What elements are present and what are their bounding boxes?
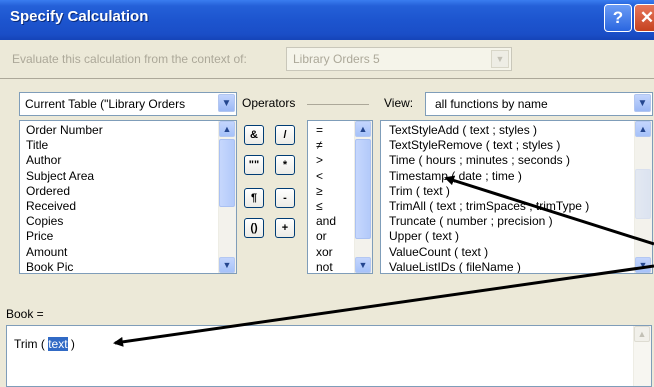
functions-list[interactable]: TextStyleAdd ( text ; styles ) TextStyle… [380, 120, 653, 274]
chevron-down-icon[interactable]: ▼ [634, 94, 651, 112]
context-select: Library Orders 5 ▼ [286, 47, 512, 71]
list-item[interactable]: TrimAll ( text ; trimSpaces ; trimType ) [389, 199, 589, 214]
functions-scrollbar[interactable]: ▲ ▼ [634, 121, 652, 273]
scroll-thumb[interactable] [219, 139, 235, 207]
operator-button-plus[interactable]: + [275, 218, 295, 238]
operator-button-pilcrow[interactable]: ¶ [244, 188, 264, 208]
scroll-down-icon[interactable]: ▼ [219, 257, 235, 273]
operator-button-minus[interactable]: - [275, 188, 295, 208]
list-item[interactable]: Author [26, 153, 103, 168]
list-item[interactable]: ≤ [316, 199, 336, 214]
list-item[interactable]: Subject Area [26, 169, 103, 184]
list-item[interactable]: Ordered [26, 184, 103, 199]
list-item[interactable]: = [316, 123, 336, 138]
close-button[interactable]: ✕ [634, 4, 654, 32]
list-item[interactable]: Timestamp ( date ; time ) [389, 169, 589, 184]
view-label: View: [384, 96, 414, 110]
formula-editor[interactable]: Trim ( text ) ▲ [6, 325, 652, 387]
list-item[interactable]: TextStyleAdd ( text ; styles ) [389, 123, 589, 138]
list-item[interactable]: TextStyleRemove ( text ; styles ) [389, 138, 589, 153]
operators-label: Operators [242, 96, 296, 110]
operator-button-ampersand[interactable]: & [244, 125, 264, 145]
list-item[interactable]: > [316, 153, 336, 168]
list-item[interactable]: not [316, 260, 336, 273]
context-row: Evaluate this calculation from the conte… [0, 40, 654, 76]
table-select-value: Current Table ("Library Orders [25, 97, 186, 111]
scroll-up-icon[interactable]: ▲ [634, 326, 650, 342]
operator-button-multiply[interactable]: * [275, 155, 295, 175]
context-label: Evaluate this calculation from the conte… [12, 52, 247, 66]
list-item[interactable]: Truncate ( number ; precision ) [389, 214, 589, 229]
fields-list[interactable]: Order Number Title Author Subject Area O… [19, 120, 237, 274]
help-button[interactable]: ? [604, 4, 632, 32]
list-item[interactable]: < [316, 169, 336, 184]
formula-selected-text: text [48, 337, 68, 351]
list-item[interactable]: Book Pic [26, 260, 103, 273]
list-item[interactable]: Upper ( text ) [389, 229, 589, 244]
table-select[interactable]: Current Table ("Library Orders ▼ [19, 92, 237, 116]
list-item[interactable]: Title [26, 138, 103, 153]
list-item[interactable]: Received [26, 199, 103, 214]
list-item[interactable]: Amount [26, 245, 103, 260]
list-item[interactable]: Time ( hours ; minutes ; seconds ) [389, 153, 589, 168]
scroll-thumb[interactable] [355, 139, 371, 239]
list-item[interactable]: Order Number [26, 123, 103, 138]
list-item[interactable]: ValueCount ( text ) [389, 245, 589, 260]
operators-items: = ≠ > < ≥ ≤ and or xor not [316, 123, 336, 273]
scroll-up-icon[interactable]: ▲ [219, 121, 235, 137]
list-item[interactable]: Copies [26, 214, 103, 229]
operators-list[interactable]: = ≠ > < ≥ ≤ and or xor not ▲ ▼ [307, 120, 373, 274]
scroll-up-icon[interactable]: ▲ [635, 121, 651, 137]
list-item[interactable]: xor [316, 245, 336, 260]
list-item[interactable]: Trim ( text ) [389, 184, 589, 199]
window-title: Specify Calculation [10, 8, 149, 25]
list-item[interactable]: Price [26, 229, 103, 244]
context-select-value: Library Orders 5 [293, 52, 380, 66]
view-select[interactable]: all functions by name ▼ [425, 92, 653, 116]
scroll-thumb[interactable] [635, 169, 651, 219]
list-item[interactable]: ≥ [316, 184, 336, 199]
operator-button-parens[interactable]: () [244, 218, 264, 238]
divider [0, 78, 654, 79]
formula-scrollbar[interactable]: ▲ [633, 326, 651, 386]
formula-prefix: Trim ( [14, 337, 49, 351]
view-select-value: all functions by name [435, 97, 548, 111]
scroll-down-icon[interactable]: ▼ [635, 257, 651, 273]
scroll-down-icon[interactable]: ▼ [355, 257, 371, 273]
title-bar: Specify Calculation ? ✕ [0, 0, 654, 40]
functions-items: TextStyleAdd ( text ; styles ) TextStyle… [389, 123, 589, 273]
operator-button-quotes[interactable]: "" [244, 155, 264, 175]
chevron-down-icon[interactable]: ▼ [218, 94, 235, 112]
fields-scrollbar[interactable]: ▲ ▼ [218, 121, 236, 273]
fields-items: Order Number Title Author Subject Area O… [26, 123, 103, 273]
scroll-up-icon[interactable]: ▲ [355, 121, 371, 137]
formula-suffix: ) [67, 337, 75, 351]
list-item[interactable]: and [316, 214, 336, 229]
formula-label: Book = [6, 307, 44, 321]
operator-button-divide[interactable]: / [275, 125, 295, 145]
list-item[interactable]: ValueListIDs ( fileName ) [389, 260, 589, 273]
list-item[interactable]: ≠ [316, 138, 336, 153]
operators-divider [307, 104, 369, 105]
formula-text[interactable]: Trim ( text ) [14, 337, 75, 351]
chevron-down-icon: ▼ [491, 50, 509, 68]
list-item[interactable]: or [316, 229, 336, 244]
operators-scrollbar[interactable]: ▲ ▼ [354, 121, 372, 273]
